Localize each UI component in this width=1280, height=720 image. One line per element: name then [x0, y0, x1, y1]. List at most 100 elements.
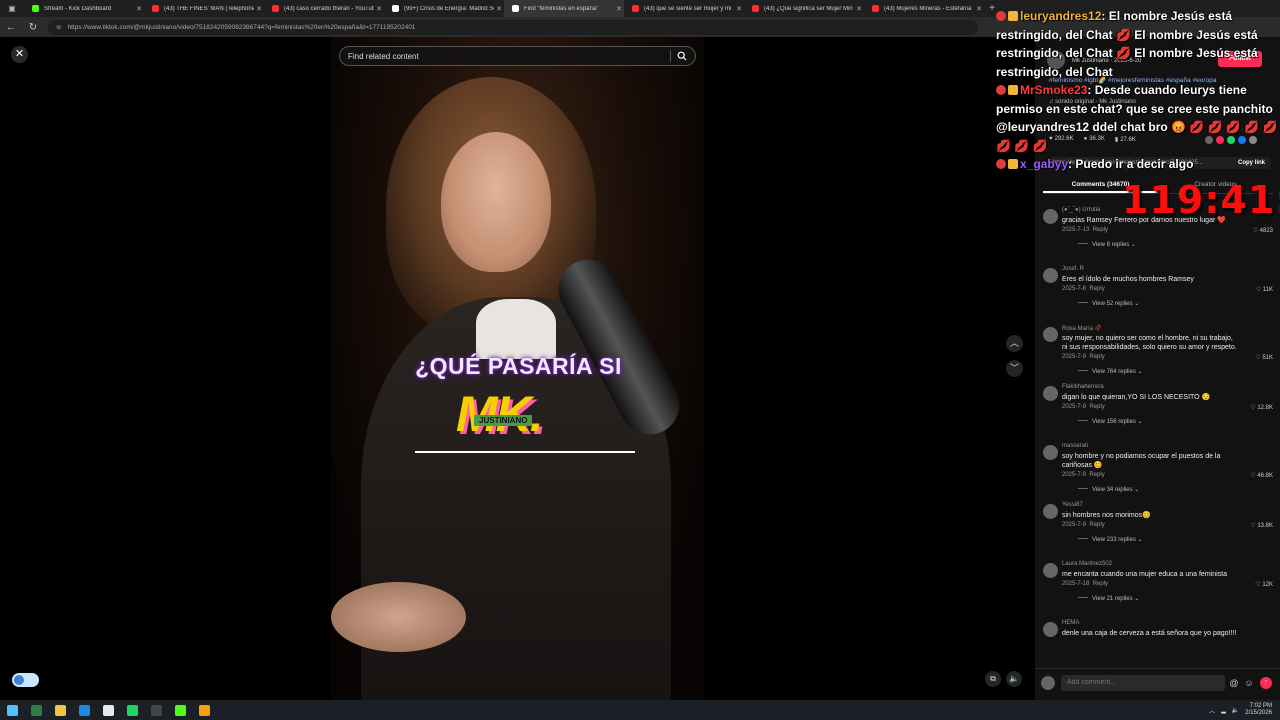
comment-likes[interactable]: ♡ 13.8K	[1250, 522, 1273, 529]
browser-tab[interactable]: Stream - Kick Dashboard ✕	[24, 0, 144, 17]
browser-tab[interactable]: (99+) Crisis de Energía: Madrid Se ✕	[384, 0, 504, 17]
edge-icon[interactable]	[72, 700, 96, 720]
volume-icon[interactable]: 🔈	[1006, 671, 1022, 687]
tab-close-icon[interactable]: ✕	[614, 5, 624, 13]
chat-text: : Puedo ir a decir algo	[1068, 157, 1194, 171]
tab-close-icon[interactable]: ✕	[854, 5, 864, 13]
comment-likes[interactable]: ♡ 11K	[1256, 286, 1273, 293]
tab-favicon-icon	[632, 5, 639, 12]
tab-close-icon[interactable]: ✕	[494, 5, 504, 13]
commenter-avatar[interactable]	[1043, 622, 1058, 637]
url-field[interactable]: ⊜ https://www.tiktok.com/@mkjustiniano/v…	[48, 19, 978, 35]
reply-button[interactable]: Reply	[1089, 522, 1104, 528]
explorer-icon[interactable]	[48, 700, 72, 720]
browser-tab[interactable]: (43) ¿Qué significa ser Mujer Min ✕	[744, 0, 864, 17]
tab-close-icon[interactable]: ✕	[254, 5, 264, 13]
tab-actions-icon[interactable]: ▣	[0, 0, 24, 17]
commenter-name[interactable]: Josef. R	[1062, 266, 1084, 272]
reply-button[interactable]: Reply	[1093, 227, 1108, 233]
chat-username[interactable]: leuryandres12	[1020, 9, 1101, 23]
subscriber-badge-icon	[1008, 85, 1018, 95]
chat-message: x_gabyy: Puedo ir a decir algo	[996, 155, 1280, 174]
browser-tab[interactable]: (43) caso cerrado theran - YouTub ✕	[264, 0, 384, 17]
autoscroll-toggle[interactable]	[12, 673, 39, 687]
related-search-bar[interactable]	[339, 46, 696, 66]
browser-tab[interactable]: (43) que se siente ser mujer y mi ✕	[624, 0, 744, 17]
commenter-avatar[interactable]	[1043, 563, 1058, 578]
tab-close-icon[interactable]: ✕	[374, 5, 384, 13]
commenter-avatar[interactable]	[1043, 209, 1058, 224]
commenter-avatar[interactable]	[1043, 268, 1058, 283]
post-comment-button[interactable]: ↑	[1260, 676, 1272, 689]
view-replies-button[interactable]: View 34 replies ⌄	[1078, 486, 1139, 493]
windows-icon[interactable]	[0, 700, 24, 720]
commenter-name[interactable]: Rosa María 🥀	[1062, 325, 1102, 332]
comment-input[interactable]	[1061, 674, 1225, 691]
next-video-icon[interactable]: ﹀	[1006, 360, 1023, 377]
reply-button[interactable]: Reply	[1089, 286, 1104, 292]
obs-icon[interactable]	[144, 700, 168, 720]
commenter-name[interactable]: (●ˆ_ˆ●) Urrutia	[1062, 207, 1100, 213]
commenter-avatar[interactable]	[1043, 504, 1058, 519]
close-icon[interactable]: ✕	[11, 46, 28, 63]
view-replies-button[interactable]: View 156 replies ⌄	[1078, 418, 1143, 425]
commenter-name[interactable]: masserati	[1062, 443, 1088, 449]
commenter-name[interactable]: Flakitihaherrera	[1062, 384, 1104, 390]
commenter-avatar[interactable]	[1043, 445, 1058, 460]
screen: ▣ Stream - Kick Dashboard ✕ (43) THE FINES…	[0, 0, 1280, 720]
clock[interactable]: 7:02 PM 2/15/2026	[1245, 703, 1272, 717]
reply-button[interactable]: Reply	[1093, 581, 1108, 587]
view-replies-button[interactable]: View 8 replies ⌄	[1078, 241, 1136, 248]
speaker-icon[interactable]: 🔈	[1232, 707, 1239, 714]
chat-username[interactable]: MrSmoke23	[1020, 83, 1087, 97]
related-search-input[interactable]	[348, 51, 664, 61]
previous-video-icon[interactable]: ︿	[1006, 335, 1023, 352]
comment-likes[interactable]: ♡ 12K	[1255, 581, 1273, 588]
video-player[interactable]: ¿QUÉ PASARÍA SI MK. JUSTINIANO	[331, 37, 704, 700]
tray-overflow-icon[interactable]: ︿	[1209, 706, 1215, 715]
chrome-icon[interactable]	[192, 700, 216, 720]
tab-title: (99+) Crisis de Energía: Madrid Se	[404, 5, 494, 12]
terminal-glyph	[30, 704, 42, 716]
browser-tab[interactable]: (43) Mujeres Mineras - Estefanía ✕	[864, 0, 984, 17]
comment-likes[interactable]: ♡ 51K	[1255, 354, 1273, 361]
comment-likes[interactable]: ♡ 46.8K	[1250, 472, 1273, 479]
spotify-icon[interactable]	[120, 700, 144, 720]
view-replies-button[interactable]: View 21 replies ⌄	[1078, 595, 1139, 602]
browser-tab[interactable]: (43) THE FINES' MAN (Telephone ✕	[144, 0, 264, 17]
chat-username[interactable]: x_gabyy	[1020, 157, 1068, 171]
reply-button[interactable]: Reply	[1089, 354, 1104, 360]
back-icon[interactable]: ←	[0, 22, 22, 33]
tab-favicon-icon	[272, 5, 279, 12]
comment-likes[interactable]: ♡ 4823	[1253, 227, 1273, 234]
tab-close-icon[interactable]: ✕	[134, 5, 144, 13]
commenter-avatar[interactable]	[1043, 327, 1058, 342]
kick-icon[interactable]	[168, 700, 192, 720]
view-replies-button[interactable]: View 764 replies ⌄	[1078, 368, 1143, 375]
view-replies-button[interactable]: View 52 replies ⌄	[1078, 300, 1139, 307]
reply-button[interactable]: Reply	[1089, 404, 1104, 410]
emoji-icon[interactable]: ☺	[1243, 678, 1255, 688]
pip-icon[interactable]: ⧉	[985, 671, 1001, 687]
network-icon[interactable]: ▂	[1221, 707, 1226, 714]
commenter-avatar[interactable]	[1043, 386, 1058, 401]
reload-icon[interactable]: ↻	[22, 22, 44, 33]
commenter-name[interactable]: Yessi87	[1062, 502, 1083, 508]
notepad-icon[interactable]	[96, 700, 120, 720]
view-replies-button[interactable]: View 233 replies ⌄	[1078, 536, 1143, 543]
commenter-name[interactable]: HEMA	[1062, 620, 1079, 626]
comment-likes[interactable]: ♡ 12.8K	[1250, 404, 1273, 411]
search-icon[interactable]	[677, 51, 687, 61]
video-overlay-question: ¿QUÉ PASARÍA SI	[415, 353, 622, 379]
tab-close-icon[interactable]: ✕	[974, 5, 984, 13]
commenter-name[interactable]: Laura Martinez502	[1062, 561, 1112, 567]
comment-item: Yessi87 sin hombres nos morimos😊 2025-7-9 …	[1043, 502, 1275, 561]
browser-tab[interactable]: Find "feministas en españa" ✕	[504, 0, 624, 17]
tab-close-icon[interactable]: ✕	[734, 5, 744, 13]
mention-icon[interactable]: @	[1228, 678, 1240, 688]
reply-button[interactable]: Reply	[1089, 472, 1104, 478]
tab-title: (43) caso cerrado theran - YouTub	[284, 5, 374, 12]
terminal-icon[interactable]	[24, 700, 48, 720]
site-info-icon[interactable]: ⊜	[56, 23, 61, 31]
obs-glyph	[150, 704, 162, 716]
